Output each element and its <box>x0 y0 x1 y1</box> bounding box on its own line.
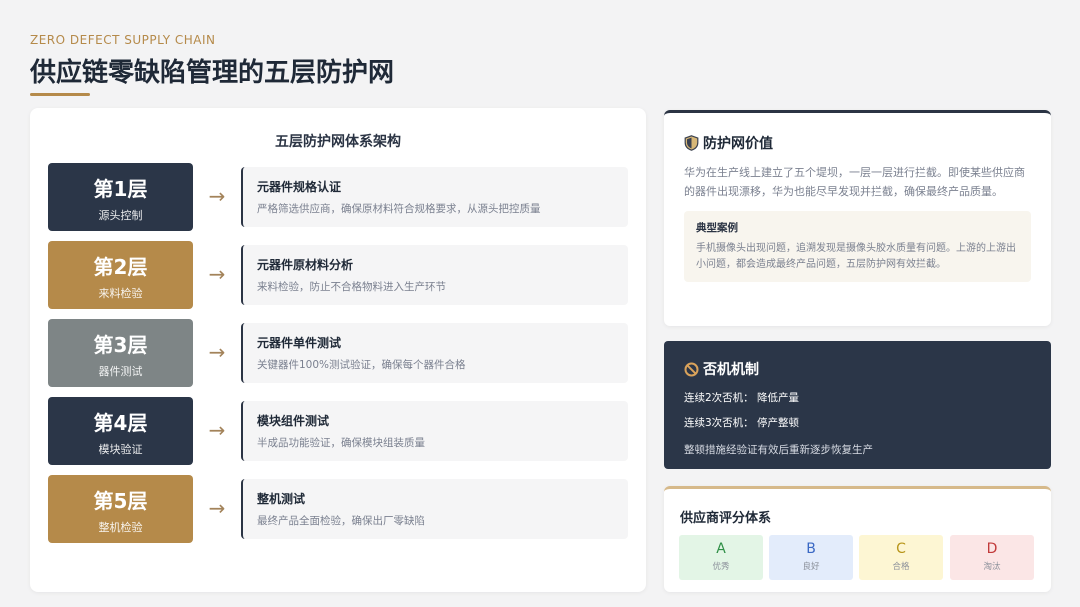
layer-name: 第3层 <box>93 333 148 357</box>
layer-card: 整机测试 最终产品全面检验，确保出厂零缺陷 <box>241 479 628 539</box>
grade-label: 优秀 <box>712 562 730 572</box>
layer-card: 元器件单件测试 关键器件100%测试验证，确保每个器件合格 <box>241 323 628 383</box>
layer-badge: 第1层 源头控制 <box>48 163 193 231</box>
layer-badge: 第3层 器件测试 <box>48 319 193 387</box>
eyebrow-label: ZERO DEFECT SUPPLY CHAIN <box>30 33 216 47</box>
grade-c: C 合格 <box>859 535 943 580</box>
layer-name: 第1层 <box>93 177 148 201</box>
layer-sub: 源头控制 <box>98 209 143 222</box>
case-text: 手机摄像头出现问题，追溯发现是摄像头胶水质量有问题。上游的上游出小问题，都会造成… <box>696 243 1016 270</box>
layer-card-title: 元器件原材料分析 <box>257 258 354 272</box>
grade-letter: B <box>806 541 816 557</box>
grade-d: D 淘汰 <box>950 535 1034 580</box>
grade-a: A 优秀 <box>679 535 763 580</box>
value-title: 防护网价值 <box>703 136 773 152</box>
arrow-right-icon: → <box>208 184 226 208</box>
arrow-right-icon: → <box>208 418 226 442</box>
layer-row: 第4层 模块验证 → 模块组件测试 半成品功能验证，确保模块组装质量 <box>48 397 628 465</box>
layer-card-title: 元器件单件测试 <box>257 336 342 350</box>
layer-name: 第5层 <box>93 489 148 513</box>
layer-card: 元器件规格认证 严格筛选供应商，确保原材料符合规格要求，从源头把控质量 <box>241 167 628 227</box>
veto-panel: 否机机制 连续2次否机： 降低产量 连续3次否机： 停产整顿 整顿措施经验证有效… <box>664 341 1051 469</box>
layer-card: 元器件原材料分析 来料检验，防止不合格物料进入生产环节 <box>241 245 628 305</box>
layer-card-desc: 严格筛选供应商，确保原材料符合规格要求，从源头把控质量 <box>257 203 541 215</box>
layer-card-desc: 来料检验，防止不合格物料进入生产环节 <box>257 281 446 293</box>
grade-b: B 良好 <box>769 535 853 580</box>
architecture-title: 五层防护网体系架构 <box>275 134 401 150</box>
grade-label: 淘汰 <box>983 562 1001 572</box>
layer-row: 第3层 器件测试 → 元器件单件测试 关键器件100%测试验证，确保每个器件合格 <box>48 319 628 387</box>
case-box: 典型案例 手机摄像头出现问题，追溯发现是摄像头胶水质量有问题。上游的上游出小问题… <box>684 211 1031 282</box>
layer-row: 第2层 来料检验 → 元器件原材料分析 来料检验，防止不合格物料进入生产环节 <box>48 241 628 309</box>
layer-sub: 器件测试 <box>98 365 143 378</box>
arrow-right-icon: → <box>208 496 226 520</box>
veto-rule-1: 连续2次否机： 降低产量 <box>684 392 800 404</box>
veto-rule-2: 连续3次否机： 停产整顿 <box>684 417 800 429</box>
layer-card-desc: 最终产品全面检验，确保出厂零缺陷 <box>257 515 425 527</box>
layer-card: 模块组件测试 半成品功能验证，确保模块组装质量 <box>241 401 628 461</box>
prohibited-icon <box>684 362 699 376</box>
veto-title: 否机机制 <box>703 362 759 378</box>
veto-heading: 否机机制 <box>684 359 1031 379</box>
architecture-panel: 五层防护网体系架构 第1层 源头控制 → 元器件规格认证 严格筛选供应商，确保原… <box>30 108 646 592</box>
layer-sub: 来料检验 <box>98 287 143 300</box>
title-underline <box>30 93 90 96</box>
value-text: 华为在生产线上建立了五个堤坝，一层一层进行拦截。即使某些供应商的器件出现漂移，华… <box>684 166 1025 198</box>
arrow-right-icon: → <box>208 340 226 364</box>
layer-row: 第1层 源头控制 → 元器件规格认证 严格筛选供应商，确保原材料符合规格要求，从… <box>48 163 628 231</box>
grade-label: 良好 <box>802 562 820 572</box>
layer-sub: 整机检验 <box>98 521 143 534</box>
layer-sub: 模块验证 <box>98 443 143 456</box>
grade-list: A 优秀 B 良好 C 合格 D 淘汰 <box>679 535 1036 580</box>
case-title: 典型案例 <box>696 222 738 234</box>
grade-letter: A <box>716 541 726 557</box>
value-heading: 防护网价值 <box>684 133 1031 153</box>
layer-card-title: 元器件规格认证 <box>257 180 342 194</box>
veto-note: 整顿措施经验证有效后重新逐步恢复生产 <box>684 444 873 456</box>
value-panel: 防护网价值 华为在生产线上建立了五个堤坝，一层一层进行拦截。即使某些供应商的器件… <box>664 110 1051 326</box>
layer-card-title: 整机测试 <box>257 492 306 506</box>
rating-panel: 供应商评分体系 A 优秀 B 良好 C 合格 D 淘汰 <box>664 486 1051 592</box>
layer-card-desc: 关键器件100%测试验证，确保每个器件合格 <box>257 359 466 371</box>
arrow-right-icon: → <box>208 262 226 286</box>
shield-icon <box>684 135 699 151</box>
layer-name: 第2层 <box>93 255 148 279</box>
grade-letter: C <box>896 541 906 557</box>
layer-badge: 第4层 模块验证 <box>48 397 193 465</box>
grade-label: 合格 <box>892 562 910 572</box>
layer-badge: 第2层 来料检验 <box>48 241 193 309</box>
layer-badge: 第5层 整机检验 <box>48 475 193 543</box>
layer-name: 第4层 <box>93 411 148 435</box>
layer-row: 第5层 整机检验 → 整机测试 最终产品全面检验，确保出厂零缺陷 <box>48 475 628 543</box>
grade-letter: D <box>986 541 998 557</box>
layer-card-title: 模块组件测试 <box>257 414 330 428</box>
page-title: 供应链零缺陷管理的五层防护网 <box>30 58 395 88</box>
layer-card-desc: 半成品功能验证，确保模块组装质量 <box>257 437 425 449</box>
rating-title: 供应商评分体系 <box>680 511 772 526</box>
